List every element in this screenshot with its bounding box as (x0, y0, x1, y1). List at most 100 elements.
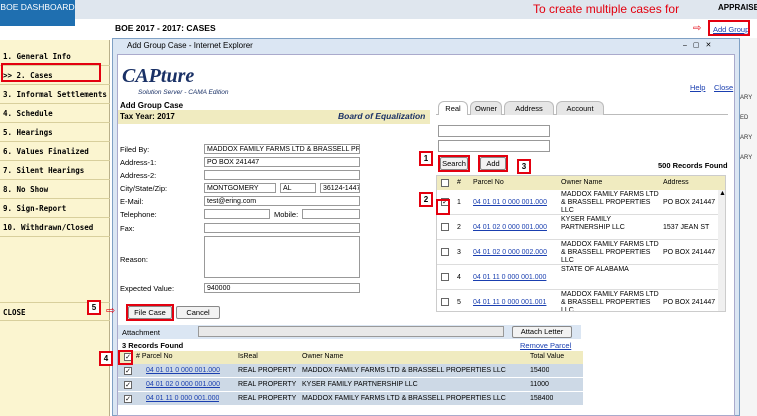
row-checkbox[interactable]: ✓ (124, 395, 132, 403)
expected-value-label: Expected Value: (120, 284, 175, 293)
tab-account[interactable]: Account (556, 101, 604, 115)
sidebar-item-hearings[interactable]: 5. Hearings (0, 123, 110, 142)
row-checkbox[interactable] (441, 223, 449, 231)
table-row[interactable]: 3 04 01 02 0 000 002.000 MADDOX FAMILY F… (437, 240, 725, 265)
state-field[interactable]: AL (280, 183, 316, 193)
parcel-link[interactable]: 04 01 11 0 000 001.001 (473, 299, 559, 307)
parcel-link[interactable]: 04 01 02 0 000 001.000 (473, 224, 559, 232)
tab-address[interactable]: Address (504, 101, 554, 115)
close-link[interactable]: Close (714, 83, 733, 92)
tab-owner[interactable]: Owner (470, 101, 502, 115)
filed-by-field[interactable]: MADDOX FAMILY FARMS LTD & BRASSELL PROPE (204, 144, 360, 154)
remove-parcel-link[interactable]: Remove Parcel (520, 341, 571, 350)
fax-field[interactable] (204, 223, 360, 233)
search-input-2[interactable] (438, 140, 550, 152)
add-group-case-dialog: Add Group Case - Internet Explorer –▢✕ C… (106, 38, 740, 416)
sidebar-item-sign-report[interactable]: 9. Sign-Report (0, 199, 110, 218)
row-num: 3 (457, 249, 461, 256)
dialog-body: CAPture Solution Server - CAMA Edition H… (106, 54, 735, 416)
email-field[interactable]: test@ering.com (204, 196, 360, 206)
sidebar-item-schedule[interactable]: 4. Schedule (0, 104, 110, 123)
col-parcel: Parcel No (473, 179, 504, 186)
owner-name: MADDOX FAMILY FARMS LTD & BRASSELL PROPE… (561, 241, 659, 264)
select-all-checkbox[interactable] (441, 179, 449, 187)
table-row[interactable]: ✓ 1 04 01 01 0 000 001.000 MADDOX FAMILY… (437, 190, 725, 215)
telephone-field[interactable] (204, 209, 270, 219)
row-checkbox[interactable] (441, 298, 449, 306)
dialog-title: Add Group Case - Internet Explorer (113, 39, 739, 53)
col-num: # (457, 179, 461, 186)
total-value: 15400 (530, 367, 550, 374)
board-title: Board of Equalization (338, 111, 426, 121)
dashboard-button[interactable]: BOE DASHBOARD (0, 0, 75, 26)
row-address: PO BOX 241447 (663, 299, 716, 306)
add-highlight (478, 155, 508, 172)
row-checkbox[interactable] (441, 273, 449, 281)
reason-textarea[interactable] (204, 236, 360, 278)
parcel-link[interactable]: 04 01 01 0 000 001.000 (473, 199, 559, 207)
owner-name: STATE OF ALABAMA (561, 266, 629, 273)
row-address: PO BOX 241447 (663, 249, 716, 256)
cancel-button[interactable]: Cancel (176, 306, 220, 319)
attach-letter-button[interactable]: Attach Letter (512, 326, 572, 338)
row-checkbox[interactable] (441, 248, 449, 256)
scrollbar[interactable]: ▲ (718, 190, 725, 311)
row-1-checkbox-highlight (436, 199, 450, 215)
sidebar-item-informal-settlements[interactable]: 3. Informal Settlements (0, 85, 110, 104)
parcel-link[interactable]: 04 01 01 0 000 001.000 (146, 364, 220, 378)
callout-4: 4 (99, 351, 113, 366)
fax-label: Fax: (120, 224, 135, 233)
search-input-1[interactable] (438, 125, 550, 137)
owner-name: MADDOX FAMILY FARMS LTD & BRASSELL PROPE… (561, 191, 659, 214)
table-header: # Parcel No Owner Name Address (437, 176, 725, 190)
records-count: 500 Records Found (658, 161, 728, 170)
row-num: 2 (457, 224, 461, 231)
owner-name: KYSER FAMILY PARTNERSHIP LLC (302, 381, 418, 388)
zip-field[interactable]: 36124-1447 (320, 183, 360, 193)
address1-label: Address-1: (120, 158, 157, 167)
help-link[interactable]: Help (690, 83, 705, 92)
table-row[interactable]: 4 04 01 11 0 000 001.000 STATE OF ALABAM… (437, 265, 725, 290)
parcel-link[interactable]: 04 01 11 0 000 001.000 (146, 392, 219, 406)
col-bottom-parcel: # Parcel No (136, 353, 173, 360)
appraise-label: APPRAISE (718, 3, 757, 12)
sidebar-item-silent-hearings[interactable]: 7. Silent Hearings (0, 161, 110, 180)
bottom-records-count: 3 Records Found (122, 341, 184, 350)
city-field[interactable]: MONTGOMERY (204, 183, 276, 193)
row-checkbox[interactable]: ✓ (124, 381, 132, 389)
parcel-link[interactable]: 04 01 02 0 000 002.000 (473, 249, 559, 257)
owner-name: MADDOX FAMILY FARMS LTD & BRASSELL PROPE… (302, 395, 506, 402)
table-row[interactable]: 5 04 01 11 0 000 001.001 MADDOX FAMILY F… (437, 290, 725, 312)
isreal-value: REAL PROPERTY (238, 395, 297, 402)
attachment-field[interactable] (198, 326, 504, 337)
expected-value-field[interactable]: 940000 (204, 283, 360, 293)
tab-real[interactable]: Real (438, 101, 468, 115)
row-checkbox[interactable]: ✓ (124, 367, 132, 375)
parcel-link[interactable]: 04 01 11 0 000 001.000 (473, 274, 559, 282)
address2-field[interactable] (204, 170, 360, 180)
window-controls[interactable]: –▢✕ (683, 41, 735, 51)
mobile-label: Mobile: (274, 210, 299, 219)
sidebar-item-withdrawn-closed[interactable]: 10. Withdrawn/Closed (0, 218, 110, 237)
arrow-icon: ⇨ (106, 305, 116, 317)
address1-field[interactable]: PO BOX 241447 (204, 157, 360, 167)
table-row[interactable]: ✓ 04 01 02 0 000 001.000 REAL PROPERTY K… (118, 378, 583, 392)
total-value: 11000 (530, 381, 549, 388)
table-row[interactable]: 2 04 01 02 0 000 001.000 KYSER FAMILY PA… (437, 215, 725, 240)
table-row[interactable]: ✓ 04 01 01 0 000 001.000 REAL PROPERTY M… (118, 364, 583, 378)
col-total-value: Total Value (530, 353, 565, 360)
isreal-value: REAL PROPERTY (238, 367, 297, 374)
mobile-field[interactable] (302, 209, 360, 219)
sidebar-item-values-finalized[interactable]: 6. Values Finalized (0, 142, 110, 161)
reason-label: Reason: (120, 255, 148, 264)
address2-label: Address-2: (120, 171, 157, 180)
sidebar-item-no-show[interactable]: 8. No Show (0, 180, 110, 199)
row-num: 1 (457, 199, 461, 206)
logo: CAPture (122, 65, 195, 87)
email-label: E-Mail: (120, 197, 144, 206)
bottom-checkbox-highlight (118, 350, 133, 365)
owner-name: MADDOX FAMILY FARMS LTD & BRASSELL PROPE… (561, 291, 659, 312)
parcel-link[interactable]: 04 01 02 0 000 001.000 (146, 378, 220, 392)
search-highlight (438, 155, 470, 172)
table-row[interactable]: ✓ 04 01 11 0 000 001.000 REAL PROPERTY M… (118, 392, 583, 406)
